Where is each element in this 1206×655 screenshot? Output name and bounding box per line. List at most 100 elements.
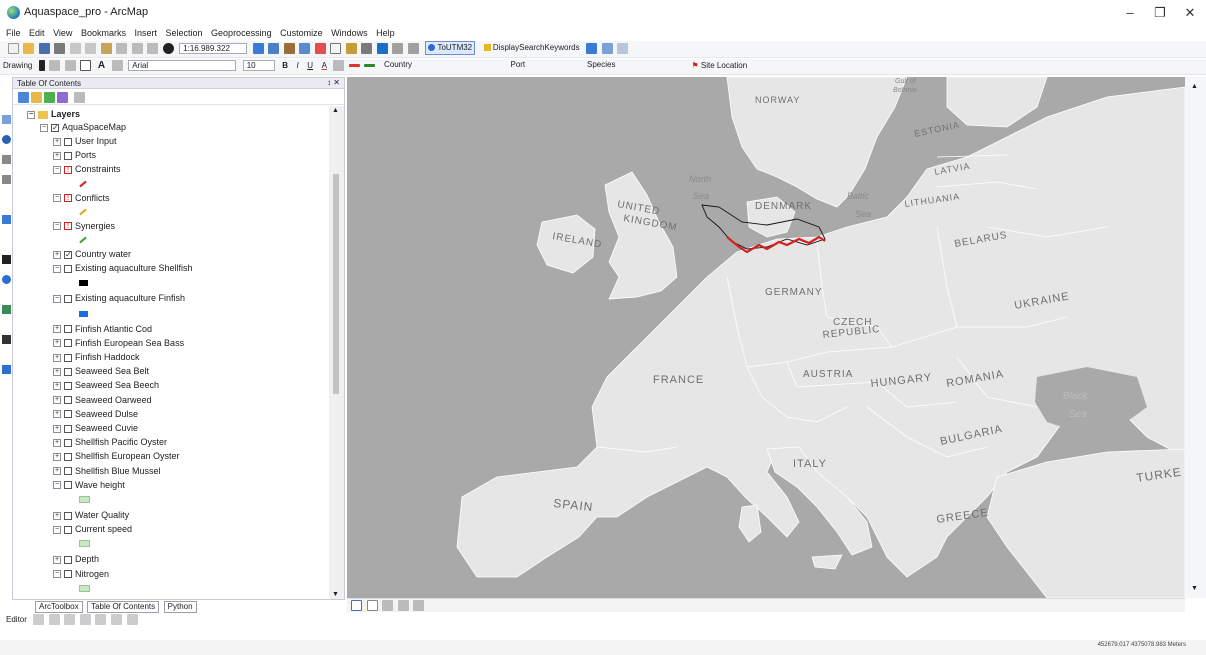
layer-row[interactable]: + Finfish Atlantic Cod [53,323,152,336]
expand-toggle[interactable]: + [53,367,61,376]
layer-visibility-checkbox[interactable] [64,353,72,362]
grid-tool-icon[interactable] [617,42,629,54]
arctoolbox-icon[interactable] [314,42,326,54]
callout-icon[interactable] [111,60,123,71]
zoom-elements-icon[interactable] [64,60,76,71]
help-icon[interactable] [361,42,373,54]
scroll-up-icon[interactable]: ▲ [332,107,339,114]
layer-row[interactable]: − Existing aquaculture Finfish [53,292,185,305]
undo-icon[interactable] [131,42,143,54]
expand-toggle[interactable]: + [53,325,61,334]
collapse-toggle[interactable]: − [53,166,61,175]
scroll-down-icon[interactable]: ▼ [332,591,339,598]
pause-drawing-icon[interactable] [397,600,409,611]
maximize-button[interactable]: ❐ [1146,4,1174,22]
layer-visibility-checkbox[interactable] [64,382,72,391]
layer-row[interactable]: −! Synergies [53,220,115,233]
expand-toggle[interactable]: + [53,467,61,476]
refresh-icon[interactable] [382,600,394,611]
port-dropdown[interactable]: Port [507,60,577,71]
list-by-visibility-icon[interactable] [44,92,55,103]
editor-toolbar-icon[interactable] [252,42,264,54]
layer-row[interactable]: + Seaweed Cuvie [53,422,138,435]
layer-row[interactable]: + Seaweed Sea Belt [53,365,149,378]
layer-visibility-checkbox[interactable] [64,410,72,419]
edit-tool-icon[interactable] [33,614,45,625]
list-by-selection-icon[interactable] [57,92,68,103]
layers-root[interactable]: − Layers [27,108,80,121]
layer-row[interactable]: + User Input [53,135,117,148]
cut-icon[interactable] [69,42,81,54]
layer-visibility-checkbox[interactable]: ! [64,166,72,175]
expand-toggle[interactable]: + [53,339,61,348]
layer-visibility-checkbox[interactable] [64,151,72,160]
layer-row[interactable]: − Wave height [53,479,125,492]
collapse-toggle[interactable]: − [53,222,61,231]
expand-toggle[interactable]: + [53,353,61,362]
editor-menu[interactable]: Editor [6,614,27,626]
layer-row[interactable]: + Finfish European Sea Bass [53,337,184,350]
scale-dropdown[interactable]: 1:16.989.322 [179,42,248,54]
layer-visibility-checkbox[interactable]: ✓ [64,250,72,259]
layer-row[interactable]: + Ports [53,149,96,162]
collapse-toggle[interactable]: − [53,570,61,579]
expand-toggle[interactable]: + [53,382,61,391]
fixed-zoom-in-icon[interactable] [2,155,11,164]
layer-row[interactable]: + Depth [53,553,99,566]
add-data-icon[interactable] [162,42,174,54]
map-view[interactable]: NORWAY ESTONIA LATVIA LITHUANIA DENMARK … [347,77,1185,598]
layer-row[interactable]: + Shellfish Pacific Oyster [53,436,167,449]
save-icon[interactable] [38,42,50,54]
toc-scroll-thumb[interactable] [333,174,339,394]
layer-visibility-checkbox[interactable] [64,525,72,534]
rotate-tool-icon[interactable] [95,614,107,625]
scroll-left-icon[interactable] [413,600,425,611]
modelbuilder-icon[interactable] [345,42,357,54]
print-icon[interactable] [54,42,66,54]
sketch-properties-icon[interactable] [126,614,138,625]
layer-visibility-checkbox[interactable] [64,481,72,490]
layer-row[interactable]: + Seaweed Sea Beech [53,379,159,392]
custom-tool-3-icon[interactable] [407,42,419,54]
to-utm32-button[interactable]: ToUTM32 [425,41,476,55]
toc-window-icon[interactable] [268,42,280,54]
select-tool-icon[interactable] [601,42,613,54]
menu-bookmarks[interactable]: Bookmarks [81,26,126,40]
line-color-icon[interactable] [348,64,360,67]
collapse-toggle[interactable]: − [53,481,61,490]
text-tool-button[interactable]: A [98,60,105,72]
expand-toggle[interactable]: + [53,424,61,433]
expand-toggle[interactable]: + [53,137,61,146]
redo-icon[interactable] [147,42,159,54]
tab-table-of-contents[interactable]: Table Of Contents [87,601,160,613]
species-dropdown[interactable]: Species [584,60,684,71]
layer-visibility-checkbox[interactable] [64,325,72,334]
search-window-icon[interactable] [299,42,311,54]
attributes-icon[interactable] [111,614,122,625]
layer-visibility-checkbox[interactable] [64,367,72,376]
font-color-button[interactable]: A [322,60,327,72]
catalog-icon[interactable] [283,42,295,54]
tab-arctoolbox[interactable]: ArcToolbox [35,601,83,613]
underline-button[interactable]: U [307,60,313,72]
layer-row[interactable]: + Finfish Haddock [53,351,140,364]
layer-visibility-checkbox[interactable] [64,511,72,520]
site-location-button[interactable]: ⚑ Site Location [692,60,748,72]
menu-geoprocessing[interactable]: Geoprocessing [211,26,272,40]
menu-edit[interactable]: Edit [29,26,45,40]
delete-icon[interactable] [116,42,128,54]
layer-row[interactable]: + Shellfish Blue Mussel [53,465,161,478]
open-folder-icon[interactable] [23,42,35,54]
toc-options-icon[interactable] [74,92,85,103]
fill-color-icon[interactable] [333,60,345,71]
data-view-icon[interactable] [351,600,362,611]
paste-icon[interactable] [100,42,112,54]
full-extent-icon[interactable] [2,135,11,144]
collapse-toggle[interactable]: − [53,525,61,534]
collapse-toggle[interactable]: − [53,295,61,304]
close-button[interactable]: ✕ [1176,4,1204,22]
layer-row[interactable]: − Nitrogen [53,568,109,581]
select-features-icon[interactable] [2,215,11,224]
zoom-tool-icon[interactable] [586,42,598,54]
layer-visibility-checkbox[interactable]: ! [64,194,72,203]
